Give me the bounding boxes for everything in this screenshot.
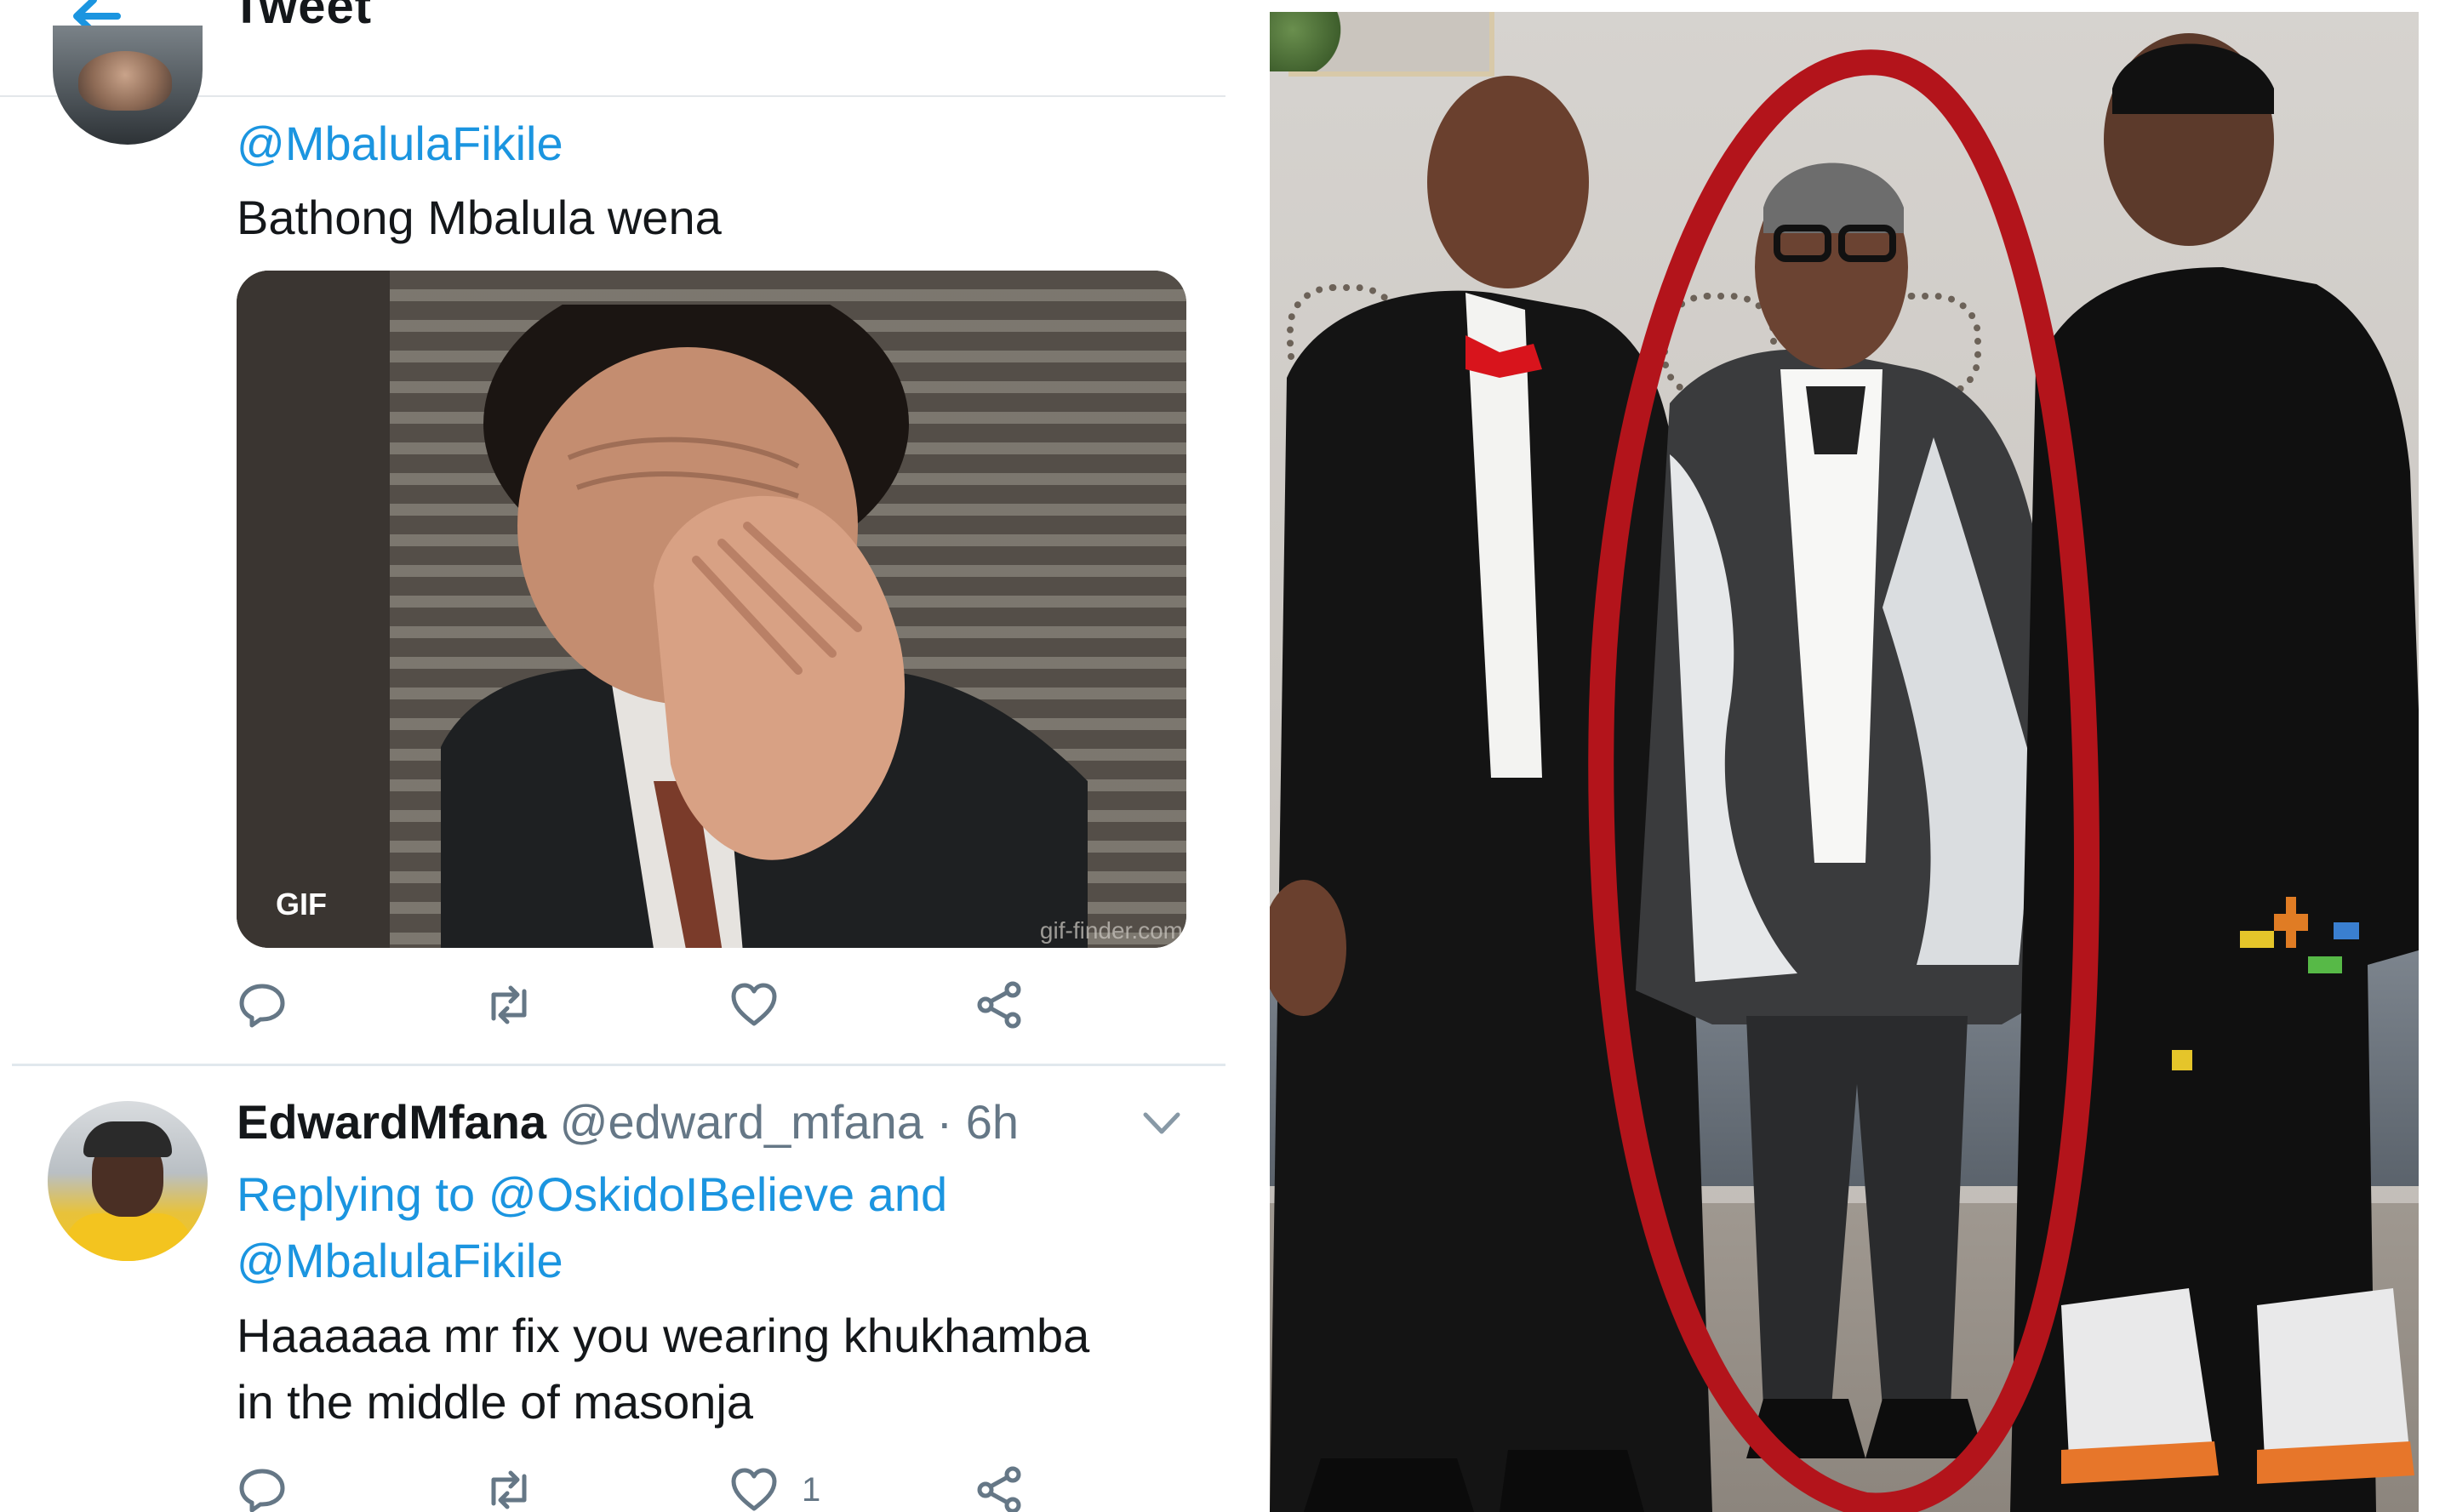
reply-mention-link[interactable]: @MbalulaFikile bbox=[237, 1229, 563, 1293]
reply-icon bbox=[239, 1469, 285, 1512]
replying-to-line: Replying to @OskidoIBelieve and bbox=[237, 1162, 947, 1227]
gif-watermark: gif-finder.com bbox=[1039, 917, 1183, 944]
avatar[interactable] bbox=[53, 26, 203, 145]
heart-icon bbox=[731, 1468, 777, 1511]
heart-icon bbox=[731, 983, 777, 1026]
tweet-text-line-2: in the middle of masonja bbox=[237, 1375, 754, 1429]
reply-mention-link[interactable]: @OskidoIBelieve bbox=[488, 1167, 854, 1221]
like-count: 1 bbox=[802, 1470, 821, 1509]
avatar-shirt bbox=[65, 1213, 192, 1261]
share-button[interactable] bbox=[974, 975, 1025, 1035]
twitter-thread-panel: Tweet @MbalulaFikile Bathong Mbalula wen… bbox=[0, 0, 1226, 1512]
share-icon bbox=[977, 981, 1021, 1029]
replying-connector: and bbox=[867, 1167, 948, 1221]
gif-badge: GIF bbox=[276, 887, 327, 921]
tweet-text: Bathong Mbalula wena bbox=[237, 191, 722, 244]
avatar[interactable] bbox=[48, 1101, 208, 1261]
retweet-button[interactable] bbox=[483, 975, 534, 1035]
reply-mention-link[interactable]: @MbalulaFikile bbox=[237, 116, 563, 171]
display-name[interactable]: EdwardMfana bbox=[237, 1095, 546, 1149]
gif-media[interactable]: GIF gif-finder.com bbox=[237, 271, 1186, 948]
replying-to-label: Replying to bbox=[237, 1167, 476, 1221]
page-title: Tweet bbox=[231, 0, 373, 34]
tweet-actions: 1 bbox=[237, 1460, 1054, 1512]
like-button[interactable]: 1 bbox=[728, 1460, 820, 1512]
divider bbox=[12, 1064, 1226, 1066]
group-photo bbox=[1270, 12, 2419, 1512]
avatar-cap bbox=[83, 1121, 172, 1157]
user-handle[interactable]: @edward_mfana bbox=[560, 1095, 923, 1149]
share-icon bbox=[977, 1466, 1021, 1512]
tweet-author-line: EdwardMfana @edward_mfana · 6h bbox=[237, 1094, 1019, 1150]
like-button[interactable] bbox=[728, 975, 780, 1035]
retweet-icon bbox=[491, 985, 527, 1024]
gif-shadow bbox=[237, 271, 390, 948]
tweet-text-line-1: Haaaaaa mr fix you wearing khukhamba bbox=[237, 1309, 1090, 1362]
separator: · bbox=[936, 1095, 953, 1149]
share-button[interactable] bbox=[974, 1460, 1025, 1512]
retweet-button[interactable] bbox=[483, 1460, 534, 1512]
tweet-actions bbox=[237, 975, 1054, 1035]
reply-icon bbox=[239, 984, 285, 1028]
chevron-down-icon[interactable] bbox=[1140, 1106, 1183, 1140]
three-men-figures bbox=[1270, 33, 2419, 1512]
reply-button[interactable] bbox=[237, 1460, 288, 1512]
facepalm-gif-image bbox=[441, 305, 1088, 948]
timestamp[interactable]: 6h bbox=[966, 1095, 1019, 1149]
reply-button[interactable] bbox=[237, 975, 288, 1035]
retweet-icon bbox=[491, 1470, 527, 1509]
